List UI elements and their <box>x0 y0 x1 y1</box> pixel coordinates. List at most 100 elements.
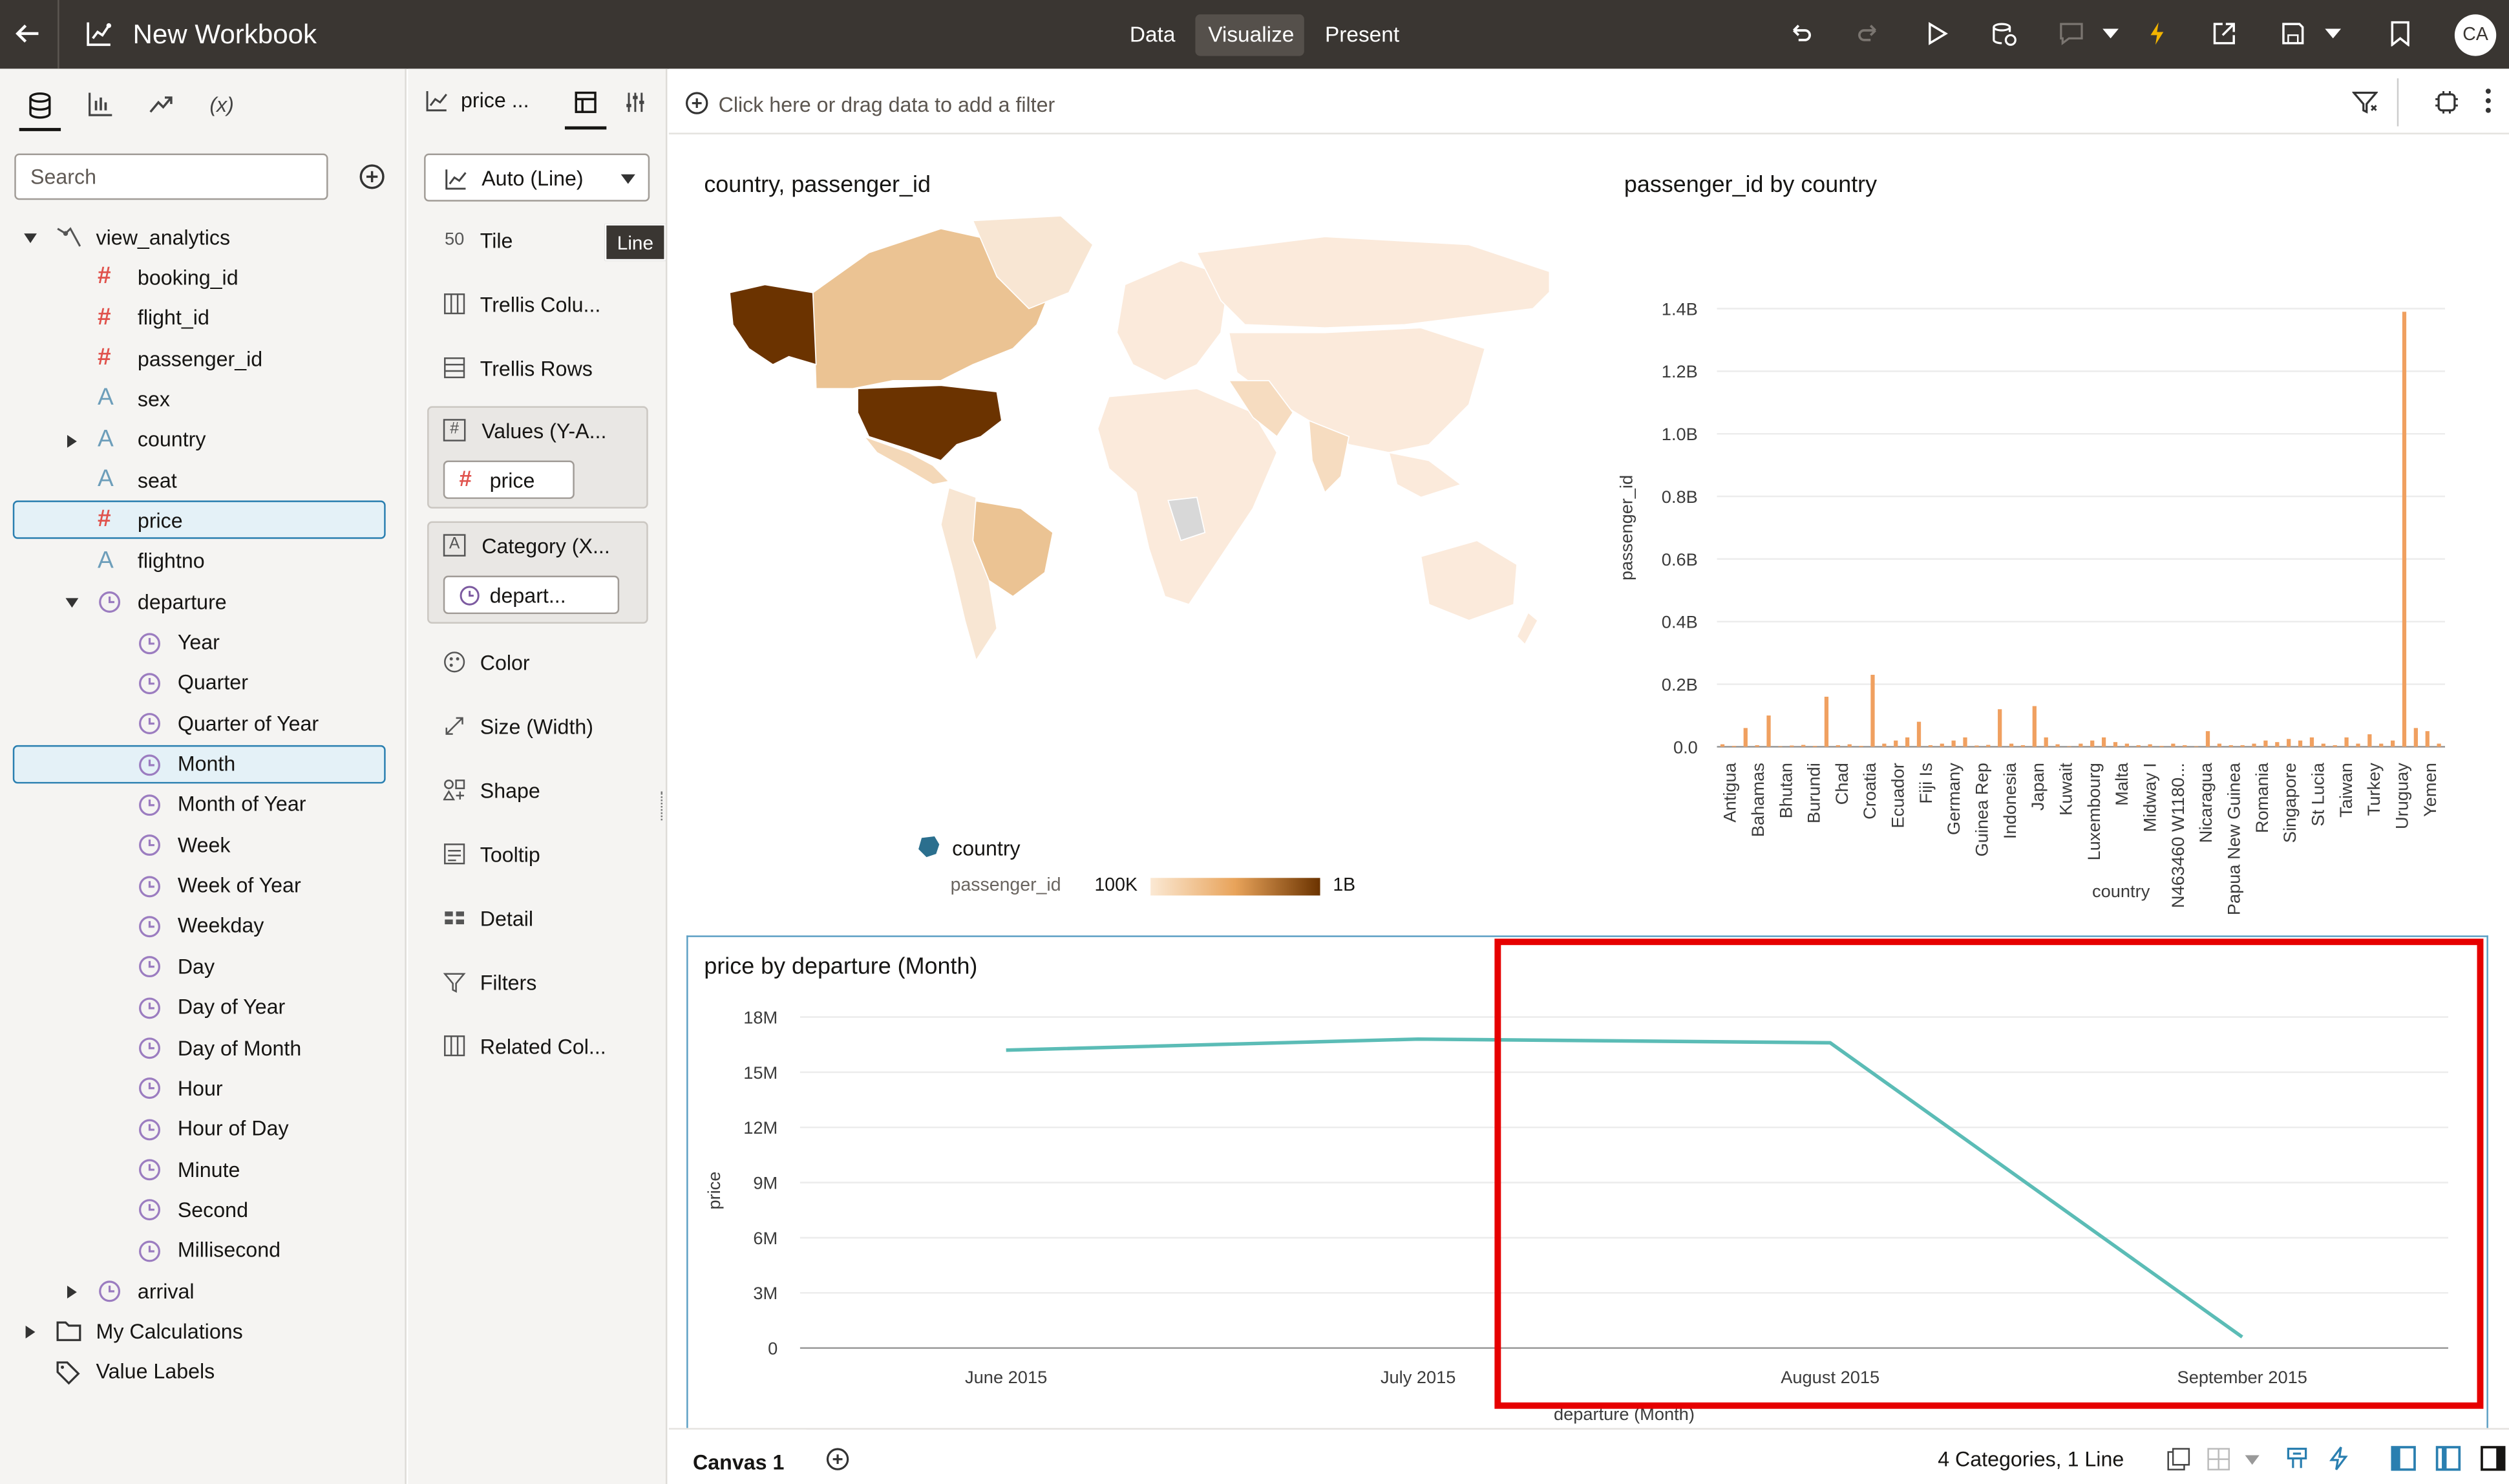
bar[interactable] <box>2113 742 2118 747</box>
tree-item-week[interactable]: Week <box>13 825 386 864</box>
bar[interactable] <box>2275 742 2280 747</box>
related-columns-drop[interactable]: Related Col... <box>408 1025 664 1066</box>
bar[interactable] <box>2263 740 2268 747</box>
bar[interactable] <box>2402 312 2407 747</box>
bar[interactable] <box>2344 737 2349 747</box>
bar[interactable] <box>2252 743 2256 747</box>
redo-icon[interactable] <box>1856 21 1882 47</box>
panel-resize-handle[interactable] <box>661 791 664 821</box>
bar[interactable] <box>1778 746 1783 747</box>
more-options-icon[interactable] <box>2485 88 2492 114</box>
shape-drop[interactable]: Shape <box>408 769 664 811</box>
bar[interactable] <box>2067 746 2071 747</box>
bar[interactable] <box>1847 744 1852 747</box>
tree-item-month[interactable]: Month <box>12 744 386 783</box>
departure-pill[interactable]: depart... <box>443 575 620 615</box>
values-drop-zone[interactable]: # Values (Y-A... # price <box>427 406 648 509</box>
save-icon[interactable] <box>2280 21 2306 47</box>
bar[interactable] <box>2333 745 2337 747</box>
layout-left-icon[interactable] <box>2391 1446 2417 1472</box>
layout-split-icon[interactable] <box>2435 1446 2461 1472</box>
export-icon[interactable] <box>2212 21 2238 47</box>
tree-item-passenger-id[interactable]: # passenger_id <box>13 339 386 377</box>
viz-type-select[interactable]: Auto (Line) <box>424 153 650 202</box>
tab-present[interactable]: Present <box>1325 23 1399 47</box>
bookmark-icon[interactable] <box>2389 21 2411 47</box>
bar[interactable] <box>2390 740 2395 747</box>
bar[interactable] <box>2079 743 2083 747</box>
bar[interactable] <box>2379 743 2384 747</box>
tree-item-flightno[interactable]: Aflightno <box>13 542 386 580</box>
bar[interactable] <box>2124 743 2129 747</box>
brush-icon[interactable] <box>2285 1446 2309 1472</box>
bar[interactable] <box>1882 743 1887 747</box>
tree-item-my-calculations[interactable]: My Calculations <box>13 1312 386 1350</box>
tree-item-departure[interactable]: departure <box>13 582 386 620</box>
bar[interactable] <box>2159 745 2164 747</box>
bar[interactable] <box>2101 737 2106 747</box>
line-viz-title[interactable]: price by departure (Month) <box>704 955 977 980</box>
collapse-icon[interactable] <box>65 597 79 610</box>
bar[interactable] <box>2020 745 2026 747</box>
bar[interactable] <box>2055 744 2060 747</box>
grammar-tab-icon[interactable] <box>575 91 597 114</box>
filters-drop[interactable]: Filters <box>408 961 664 1002</box>
bar[interactable] <box>1836 745 1840 747</box>
tree-item-minute[interactable]: Minute <box>13 1150 386 1188</box>
bar[interactable] <box>1801 745 1806 747</box>
expand-icon[interactable] <box>66 1286 79 1299</box>
bar[interactable] <box>2009 743 2014 747</box>
bar[interactable] <box>1905 737 1910 747</box>
bar[interactable] <box>1916 721 1921 747</box>
bar[interactable] <box>1940 743 1944 747</box>
data-tab-icon[interactable] <box>27 91 53 120</box>
tree-item-day-of-year[interactable]: Day of Year <box>13 988 386 1026</box>
undo-icon[interactable] <box>1787 21 1813 47</box>
avatar[interactable]: CA <box>2454 14 2497 56</box>
layout-right-icon[interactable] <box>2480 1446 2506 1472</box>
workbook-title[interactable]: New Workbook <box>132 19 317 51</box>
tree-item-seat[interactable]: Aseat <box>13 461 386 499</box>
tree-item-value-labels[interactable]: Value Labels <box>13 1353 386 1391</box>
tree-item-country[interactable]: Acountry <box>13 420 386 458</box>
search-input[interactable]: Search <box>14 153 328 200</box>
trellis-columns-drop[interactable]: Trellis Colu... <box>408 283 664 324</box>
canvas-tab[interactable]: Canvas 1 <box>668 1429 807 1484</box>
tooltip-drop[interactable]: Tooltip <box>408 833 664 874</box>
bar[interactable] <box>1790 745 1794 747</box>
tree-item-price[interactable]: # price <box>12 501 386 540</box>
bar[interactable] <box>2148 744 2152 747</box>
bar[interactable] <box>2298 740 2303 747</box>
world-map[interactable] <box>717 213 1549 676</box>
expand-icon[interactable] <box>24 1326 37 1339</box>
tree-item-view-analytics[interactable]: view_analytics <box>13 217 386 255</box>
bar[interactable] <box>1743 728 1748 747</box>
bar[interactable] <box>2183 745 2187 747</box>
analytics-tab-icon[interactable] <box>149 92 175 115</box>
play-icon[interactable] <box>1923 21 1949 47</box>
grid-icon[interactable] <box>2207 1447 2230 1471</box>
tree-item-month-of-year[interactable]: Month of Year <box>13 785 386 823</box>
bar[interactable] <box>2205 731 2210 747</box>
tree-item-quarter[interactable]: Quarter <box>13 663 386 701</box>
bar[interactable] <box>1986 745 1991 747</box>
comment-dropdown-icon[interactable] <box>2102 28 2119 39</box>
bar[interactable] <box>2032 706 2037 747</box>
bar-chart[interactable]: 0.0 0.2B 0.4B 0.6B 0.8B 1.0B 1.2B 1.4B Antigua Ba… <box>1597 213 2493 917</box>
viz-name[interactable]: price ... <box>461 88 529 112</box>
bar[interactable] <box>2044 737 2048 747</box>
tree-item-sex[interactable]: Asex <box>13 379 386 418</box>
calculations-tab[interactable]: (x) <box>209 92 234 116</box>
bar[interactable] <box>2228 745 2233 747</box>
properties-tab-icon[interactable] <box>624 91 647 114</box>
tree-item-flight-id[interactable]: # flight_id <box>13 299 386 337</box>
bar[interactable] <box>1755 745 1759 747</box>
filter-bar[interactable]: Click here or drag data to add a filter <box>668 69 2509 134</box>
bar[interactable] <box>2136 745 2141 747</box>
detail-drop[interactable]: Detail <box>408 897 664 938</box>
tree-item-second[interactable]: Second <box>13 1191 386 1229</box>
collapse-icon[interactable] <box>24 232 37 245</box>
bar[interactable] <box>1859 745 1863 747</box>
canvas-properties-icon[interactable] <box>2434 90 2460 116</box>
bar[interactable] <box>2171 743 2176 747</box>
